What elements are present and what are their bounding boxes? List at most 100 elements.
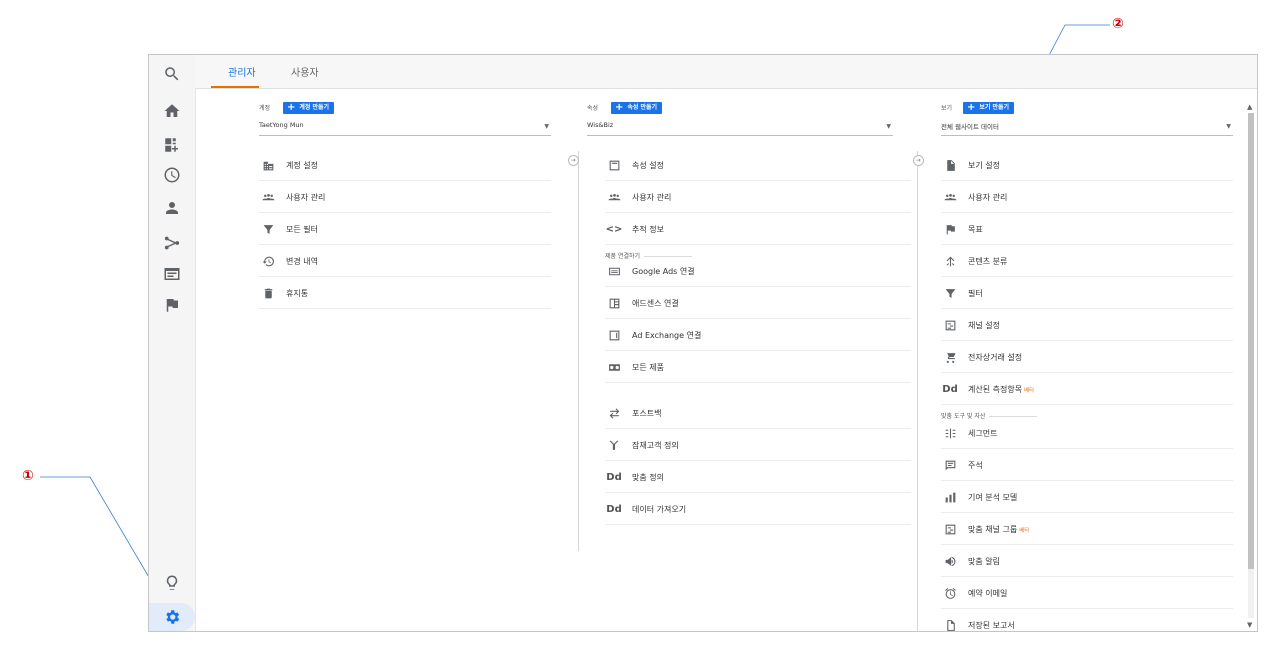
annotations-item[interactable]: 주석 — [941, 449, 1233, 481]
adsense-icon — [607, 297, 621, 309]
postback-item[interactable]: 포스트백 — [605, 397, 911, 429]
view-user-management-item[interactable]: 사용자 관리 — [941, 181, 1233, 213]
dropdown-arrow-icon: ▼ — [1226, 123, 1231, 130]
search-icon[interactable] — [162, 64, 182, 84]
ecommerce-settings-item[interactable]: 전자상거래 설정 — [941, 341, 1233, 373]
segment-icon — [943, 427, 957, 439]
scheduled-emails-item[interactable]: 예약 이메일 — [941, 577, 1233, 609]
dd-icon: Dd — [606, 471, 622, 483]
attribution-models-item[interactable]: 기여 분석 모델 — [941, 481, 1233, 513]
scroll-thumb[interactable] — [1248, 113, 1254, 569]
cart-icon — [943, 351, 957, 363]
view-settings-item[interactable]: 보기 설정 — [941, 149, 1233, 181]
saved-report-icon — [943, 619, 957, 631]
acquisition-icon[interactable] — [162, 233, 182, 253]
change-history-item[interactable]: 변경 내역 — [259, 245, 551, 277]
view-filters-item[interactable]: 필터 — [941, 277, 1233, 309]
calculated-metrics-item[interactable]: Dd 계산된 측정항목 베타 — [941, 373, 1233, 405]
goals-item[interactable]: 목표 — [941, 213, 1233, 245]
window-icon — [607, 329, 621, 341]
column-divider — [578, 151, 579, 551]
annotations-label: 주석 — [968, 461, 983, 470]
beta-badge: 베타 — [1019, 528, 1030, 534]
behavior-icon[interactable] — [162, 264, 182, 284]
change-history-label: 변경 내역 — [286, 257, 318, 266]
dropdown-arrow-icon: ▼ — [544, 123, 549, 130]
create-view-button[interactable]: + 보기 만들기 — [963, 102, 1015, 114]
property-header: 속성 — [587, 105, 599, 112]
postback-icon — [607, 407, 621, 419]
admin-gear-icon[interactable] — [162, 607, 182, 627]
custom-channel-groups-text: 맞춤 채널 그룹 — [968, 525, 1018, 534]
all-products-label: 모든 제품 — [632, 363, 664, 372]
trash-label: 휴지통 — [286, 289, 309, 298]
account-settings-item[interactable]: 계정 설정 — [259, 149, 551, 181]
home-icon[interactable] — [162, 101, 182, 121]
custom-alerts-item[interactable]: 맞춤 알림 — [941, 545, 1233, 577]
arrow-right-icon: ➜ — [913, 155, 924, 166]
audience-definitions-item[interactable]: 잠재고객 정의 — [605, 429, 911, 461]
channel-icon — [943, 523, 957, 535]
scheduled-emails-label: 예약 이메일 — [968, 589, 1008, 598]
people-icon — [943, 191, 957, 203]
custom-definitions-item[interactable]: Dd 맞춤 정의 — [605, 461, 911, 493]
create-account-button[interactable]: + 계정 만들기 — [283, 102, 335, 114]
ad-exchange-linking-label: Ad Exchange 연결 — [632, 331, 702, 340]
comment-icon — [943, 459, 957, 471]
account-user-management-item[interactable]: 사용자 관리 — [259, 181, 551, 213]
callout-2: ② — [1112, 16, 1124, 32]
all-products-item[interactable]: 모든 제품 — [605, 351, 911, 383]
saved-reports-item[interactable]: 저장된 보고서 — [941, 609, 1233, 631]
people-icon — [607, 191, 621, 203]
view-selector[interactable]: 전체 웹사이트 데이터 ▼ — [941, 121, 1233, 136]
google-ads-linking-label: Google Ads 연결 — [632, 267, 695, 276]
bar-chart-icon — [943, 491, 957, 503]
google-ads-linking-item[interactable]: Google Ads 연결 — [605, 255, 911, 287]
building-icon — [261, 159, 275, 171]
property-selector[interactable]: Wis&Biz ▼ — [587, 121, 893, 136]
tab-user[interactable]: 사용자 — [291, 64, 319, 79]
adsense-linking-item[interactable]: 애드센스 연결 — [605, 287, 911, 319]
audience-definitions-label: 잠재고객 정의 — [632, 441, 679, 450]
left-nav — [149, 55, 196, 631]
ads-icon — [607, 265, 621, 277]
ad-exchange-linking-item[interactable]: Ad Exchange 연결 — [605, 319, 911, 351]
code-icon: <> — [605, 223, 623, 235]
postback-label: 포스트백 — [632, 409, 662, 418]
conversions-flag-icon[interactable] — [162, 295, 182, 315]
document-icon — [943, 159, 957, 171]
all-filters-item[interactable]: 모든 필터 — [259, 213, 551, 245]
beta-badge: 베타 — [1024, 388, 1035, 394]
channel-settings-item[interactable]: 채널 설정 — [941, 309, 1233, 341]
channel-settings-label: 채널 설정 — [968, 321, 1000, 330]
megaphone-icon — [943, 555, 957, 567]
trash-item[interactable]: 휴지통 — [259, 277, 551, 309]
plus-icon: + — [967, 102, 976, 113]
attribution-models-label: 기여 분석 모델 — [968, 493, 1018, 502]
content-grouping-item[interactable]: 콘텐츠 분류 — [941, 245, 1233, 277]
top-tabbar: 관리자 사용자 — [195, 55, 1257, 89]
realtime-clock-icon[interactable] — [162, 165, 182, 185]
view-user-management-label: 사용자 관리 — [968, 193, 1008, 202]
scroll-up-arrow-icon[interactable]: ▲ — [1247, 103, 1252, 111]
tracking-info-item[interactable]: <> 추적 정보 — [605, 213, 911, 245]
column-divider — [917, 151, 918, 631]
trash-icon — [261, 287, 275, 299]
goals-label: 목표 — [968, 225, 983, 234]
account-selector[interactable]: TaetYong Mun ▼ — [259, 121, 551, 136]
vertical-scrollbar[interactable]: ▲ ▼ — [1247, 103, 1255, 629]
scroll-down-arrow-icon[interactable]: ▼ — [1247, 621, 1252, 629]
audience-person-icon[interactable] — [162, 198, 182, 218]
account-header: 계정 — [259, 105, 271, 112]
customization-icon[interactable] — [162, 135, 182, 155]
create-property-button[interactable]: + 속성 만들기 — [611, 102, 663, 114]
data-import-item[interactable]: Dd 데이터 가져오기 — [605, 493, 911, 525]
grouping-icon — [943, 255, 957, 267]
property-user-management-item[interactable]: 사용자 관리 — [605, 181, 911, 213]
tab-admin[interactable]: 관리자 — [228, 64, 256, 79]
discover-lightbulb-icon[interactable] — [162, 573, 182, 593]
property-settings-item[interactable]: 속성 설정 — [605, 149, 911, 181]
plus-icon: + — [287, 102, 296, 113]
segments-item[interactable]: 세그먼트 — [941, 417, 1233, 449]
custom-channel-groups-item[interactable]: 맞춤 채널 그룹 베타 — [941, 513, 1233, 545]
